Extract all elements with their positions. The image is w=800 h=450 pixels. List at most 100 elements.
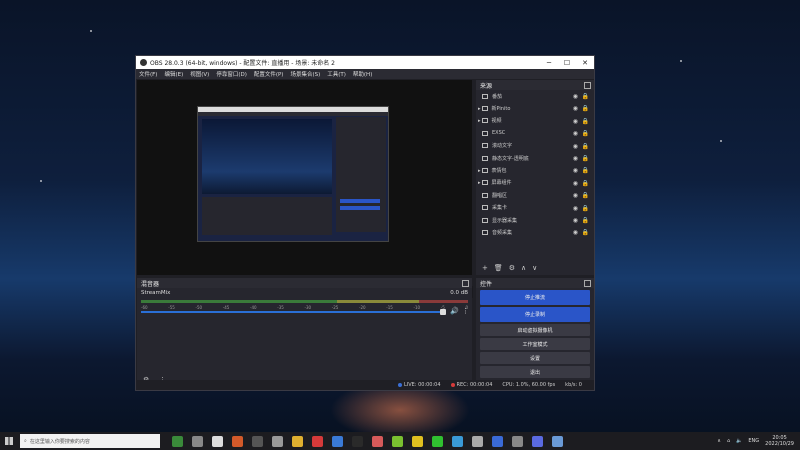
source-item[interactable]: ▸ 视频 ◉ 🔒 <box>476 115 594 127</box>
control-button[interactable]: 停止推流 <box>480 290 590 305</box>
source-item[interactable]: ▸ 新Pinito ◉ 🔒 <box>476 102 594 114</box>
taskbar-app-icon[interactable] <box>312 435 323 447</box>
menu-item[interactable]: 视图(V) <box>190 70 209 78</box>
taskbar-search[interactable]: ⌕ 在这里输入你要搜索的内容 <box>20 434 160 448</box>
lock-icon[interactable]: 🔒 <box>582 93 589 100</box>
volume-handle[interactable] <box>440 309 447 315</box>
control-button[interactable]: 工作室模式 <box>480 338 590 350</box>
lock-icon[interactable]: 🔒 <box>582 217 589 224</box>
taskbar-app-icon[interactable] <box>352 435 363 447</box>
volume-slider[interactable] <box>141 311 447 313</box>
lock-icon[interactable]: 🔒 <box>582 130 589 137</box>
lock-icon[interactable]: 🔒 <box>582 105 589 112</box>
expand-arrow-icon[interactable]: ▸ <box>478 118 481 124</box>
taskbar-app-icon[interactable] <box>512 435 523 447</box>
eye-icon[interactable]: ◉ <box>573 155 578 162</box>
title-bar[interactable]: OBS 28.0.3 (64-bit, windows) - 配置文件: 直播用… <box>136 56 594 69</box>
lock-icon[interactable]: 🔒 <box>582 205 589 212</box>
taskbar-app-icon[interactable] <box>232 435 243 447</box>
close-button[interactable]: ✕ <box>576 59 594 67</box>
eye-icon[interactable]: ◉ <box>573 205 578 212</box>
taskbar-app-icon[interactable] <box>492 435 503 447</box>
taskbar-app-icon[interactable] <box>432 435 443 447</box>
lock-icon[interactable]: 🔒 <box>582 180 589 187</box>
minimize-button[interactable]: ─ <box>540 59 558 67</box>
control-button[interactable]: 启动虚拟摄像机 <box>480 324 590 336</box>
taskbar-app-icon[interactable] <box>212 435 223 447</box>
source-item[interactable]: ▸ 屏幕组件 ◉ 🔒 <box>476 177 594 189</box>
taskbar-app-icon[interactable] <box>552 435 563 447</box>
eye-icon[interactable]: ◉ <box>573 105 578 112</box>
eye-icon[interactable]: ◉ <box>573 143 578 150</box>
taskbar-app-icon[interactable] <box>452 435 463 447</box>
menu-item[interactable]: 文件(F) <box>139 70 157 78</box>
lock-icon[interactable]: 🔒 <box>582 167 589 174</box>
dock-pin-icon[interactable] <box>584 280 591 287</box>
expand-arrow-icon[interactable]: ▸ <box>478 180 481 186</box>
eye-icon[interactable]: ◉ <box>573 93 578 100</box>
taskbar-app-icon[interactable] <box>292 435 303 447</box>
source-item[interactable]: 番茄 ◉ 🔒 <box>476 90 594 102</box>
control-button[interactable]: 停止录制 <box>480 307 590 322</box>
expand-arrow-icon[interactable]: ▸ <box>478 106 481 112</box>
source-item[interactable]: ▸ 表情包 ◉ 🔒 <box>476 164 594 176</box>
controls-header: 控件 <box>476 278 594 288</box>
start-button[interactable] <box>0 432 18 450</box>
move-up-icon[interactable]: ∧ <box>521 264 526 272</box>
source-item[interactable]: EXSC ◉ 🔒 <box>476 127 594 139</box>
clock[interactable]: 20:05 2022/10/29 <box>765 435 794 447</box>
eye-icon[interactable]: ◉ <box>573 229 578 236</box>
control-button[interactable]: 设置 <box>480 352 590 364</box>
volume-tray-icon[interactable]: 🔈 <box>736 438 742 444</box>
dock-pin-icon[interactable] <box>462 280 469 287</box>
maximize-button[interactable]: ☐ <box>558 59 576 67</box>
lock-icon[interactable]: 🔒 <box>582 118 589 125</box>
move-down-icon[interactable]: ∨ <box>532 264 537 272</box>
taskbar-app-icon[interactable] <box>172 435 183 447</box>
expand-arrow-icon[interactable]: ▸ <box>478 168 481 174</box>
lock-icon[interactable]: 🔒 <box>582 192 589 199</box>
eye-icon[interactable]: ◉ <box>573 118 578 125</box>
menu-item[interactable]: 工具(T) <box>327 70 346 78</box>
scene-preview[interactable] <box>137 80 473 298</box>
network-icon[interactable]: ⌂ <box>727 438 730 444</box>
menu-item[interactable]: 编辑(E) <box>164 70 183 78</box>
taskbar-app-icon[interactable] <box>532 435 543 447</box>
lock-icon[interactable]: 🔒 <box>582 155 589 162</box>
taskbar-app-icon[interactable] <box>332 435 343 447</box>
source-item[interactable]: 采集卡 ◉ 🔒 <box>476 202 594 214</box>
source-item[interactable]: 静态文字-透明底 ◉ 🔒 <box>476 152 594 164</box>
speaker-icon[interactable]: 🔊 <box>450 307 459 315</box>
language-indicator[interactable]: ENG <box>748 438 759 444</box>
taskbar-app-icon[interactable] <box>252 435 263 447</box>
source-item[interactable]: 音频采集 ◉ 🔒 <box>476 226 594 238</box>
menu-item[interactable]: 配置文件(P) <box>254 70 284 78</box>
remove-source-icon[interactable]: 🗑 <box>494 264 503 272</box>
dock-pin-icon[interactable] <box>584 82 591 89</box>
taskbar-app-icon[interactable] <box>472 435 483 447</box>
eye-icon[interactable]: ◉ <box>573 167 578 174</box>
taskbar-app-icon[interactable] <box>412 435 423 447</box>
source-item[interactable]: 滚动文字 ◉ 🔒 <box>476 140 594 152</box>
taskbar-app-icon[interactable] <box>192 435 203 447</box>
taskbar-app-icon[interactable] <box>272 435 283 447</box>
tray-chevron-icon[interactable]: ∧ <box>717 438 721 444</box>
lock-icon[interactable]: 🔒 <box>582 229 589 236</box>
menu-item[interactable]: 场景集合(S) <box>290 70 320 78</box>
source-item[interactable]: 翻唱区 ◉ 🔒 <box>476 189 594 201</box>
menu-item[interactable]: 停靠窗口(D) <box>216 70 247 78</box>
eye-icon[interactable]: ◉ <box>573 180 578 187</box>
add-source-icon[interactable]: + <box>482 264 488 272</box>
eye-icon[interactable]: ◉ <box>573 130 578 137</box>
eye-icon[interactable]: ◉ <box>573 217 578 224</box>
control-button[interactable]: 退出 <box>480 366 590 378</box>
source-item[interactable]: 显示器采集 ◉ 🔒 <box>476 214 594 226</box>
source-properties-icon[interactable]: ⚙ <box>509 264 515 272</box>
lock-icon[interactable]: 🔒 <box>582 143 589 150</box>
menu-item[interactable]: 帮助(H) <box>353 70 372 78</box>
eye-icon[interactable]: ◉ <box>573 192 578 199</box>
taskbar-app-icon[interactable] <box>372 435 383 447</box>
system-tray: ∧ ⌂ 🔈 ENG 20:05 2022/10/29 <box>717 432 794 450</box>
mixer-options-icon[interactable]: ⋮ <box>462 307 469 315</box>
taskbar-app-icon[interactable] <box>392 435 403 447</box>
